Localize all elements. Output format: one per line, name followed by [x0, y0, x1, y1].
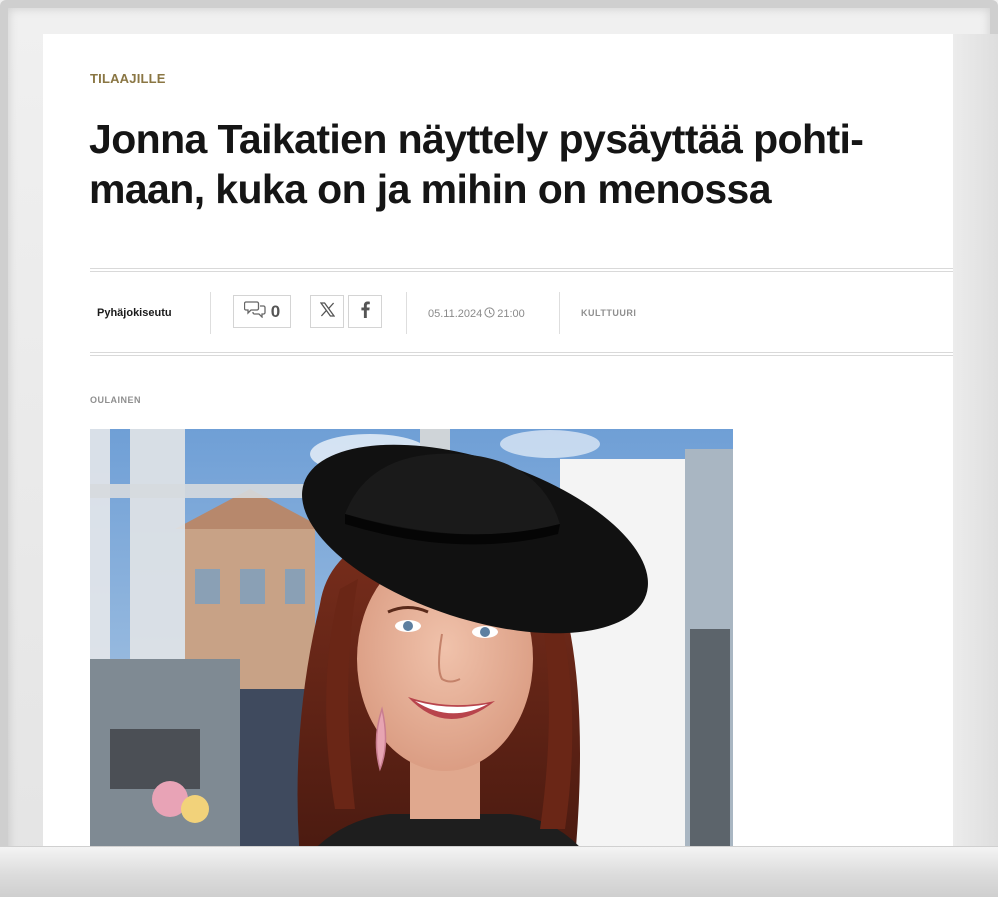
- facebook-icon: [359, 301, 371, 323]
- clock-icon: [484, 307, 495, 321]
- comment-bubbles-icon: [243, 300, 266, 323]
- article-meta-bar: Pyhäjokiseutu 0 05.11.2024 21:00 KULTTUU…: [90, 268, 953, 356]
- article-headline: Jonna Taikatien näyttely pysäyttää pohti…: [89, 116, 865, 212]
- meta-divider: [559, 292, 560, 334]
- share-x-button[interactable]: [310, 295, 344, 328]
- publish-time: 21:00: [497, 308, 525, 320]
- comments-button[interactable]: 0: [233, 295, 291, 328]
- meta-divider: [210, 292, 211, 334]
- share-facebook-button[interactable]: [348, 295, 382, 328]
- window-edge: [953, 34, 998, 846]
- meta-divider: [406, 292, 407, 334]
- category-link[interactable]: KULTTUURI: [581, 308, 636, 318]
- article-photo[interactable]: [90, 429, 733, 846]
- publish-date: 05.11.2024: [428, 308, 483, 320]
- subscriber-kicker: TILAAJILLE: [90, 71, 166, 86]
- location-tag[interactable]: OULAINEN: [90, 395, 141, 405]
- comment-count: 0: [270, 301, 281, 321]
- publisher-name[interactable]: Pyhäjokiseutu: [97, 307, 172, 319]
- x-logo-icon: [319, 301, 335, 322]
- window-bottom-bar: [0, 846, 998, 897]
- article-page: TILAAJILLE Jonna Taikatien näyttely pysä…: [43, 34, 953, 846]
- publish-datetime: 05.11.2024 21:00: [428, 307, 525, 321]
